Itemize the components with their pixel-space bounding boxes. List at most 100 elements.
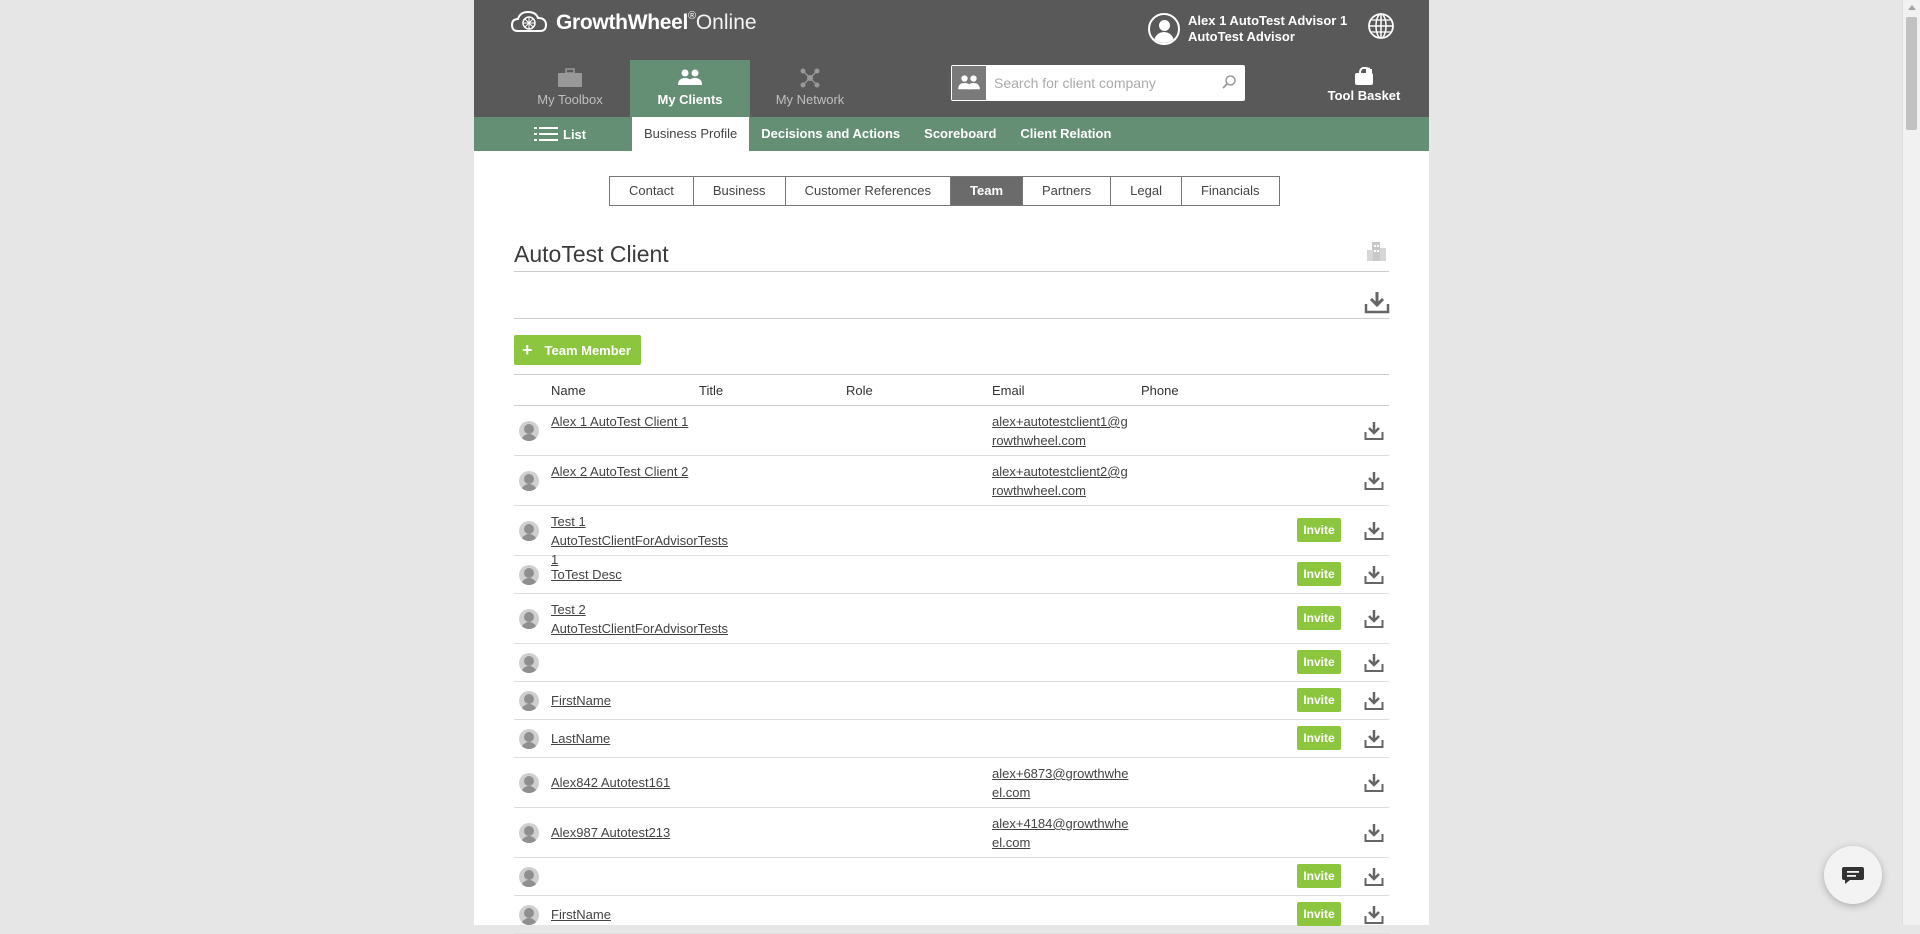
page-title: AutoTest Client bbox=[514, 241, 669, 267]
table-row: Test 2 AutoTestClientForAdvisorTests Invi… bbox=[514, 594, 1389, 644]
download-icon[interactable] bbox=[1364, 653, 1384, 673]
globe-icon[interactable] bbox=[1367, 12, 1395, 40]
tab-business-profile[interactable]: Business Profile bbox=[632, 117, 750, 151]
download-icon[interactable] bbox=[1364, 867, 1384, 887]
logo-suffix: Online bbox=[695, 11, 757, 34]
download-icon[interactable] bbox=[1364, 565, 1384, 585]
search-scope-button[interactable] bbox=[952, 66, 986, 100]
nav-label: My Clients bbox=[657, 92, 723, 107]
team-table: Name Title Role Email Phone Alex 1 AutoT… bbox=[514, 374, 1389, 934]
divider bbox=[514, 271, 1389, 272]
add-team-member-label: Team Member bbox=[544, 342, 631, 358]
member-name-link[interactable]: Alex987 Autotest213 bbox=[551, 823, 691, 842]
invite-button[interactable]: Invite bbox=[1297, 518, 1341, 542]
member-name-link[interactable]: Alex 2 AutoTest Client 2 bbox=[551, 462, 691, 481]
user-menu[interactable]: Alex 1 AutoTest Advisor 1 AutoTest Advis… bbox=[1148, 13, 1347, 45]
search-input[interactable] bbox=[992, 74, 1216, 92]
invite-button[interactable]: Invite bbox=[1297, 650, 1341, 674]
member-name-link[interactable]: ToTest Desc bbox=[551, 565, 691, 584]
invite-button[interactable]: Invite bbox=[1297, 864, 1341, 888]
search-icon[interactable] bbox=[1221, 74, 1237, 90]
member-name-link[interactable]: FirstName bbox=[551, 905, 691, 924]
chat-icon bbox=[1842, 867, 1864, 884]
download-icon[interactable] bbox=[1364, 773, 1384, 793]
user-role: AutoTest Advisor bbox=[1188, 29, 1295, 44]
nav-my-toolbox[interactable]: My Toolbox bbox=[510, 60, 630, 117]
logo[interactable]: GrowthWheel® Online bbox=[510, 9, 757, 37]
member-email-link[interactable]: alex+autotestclient2@growthwheel.com bbox=[992, 462, 1132, 500]
vertical-scrollbar[interactable] bbox=[1902, 0, 1920, 925]
invite-button[interactable]: Invite bbox=[1297, 688, 1341, 712]
chat-widget-button[interactable] bbox=[1824, 846, 1882, 904]
tab-client-relation[interactable]: Client Relation bbox=[1008, 117, 1123, 151]
member-name-link[interactable]: Alex842 Autotest161 bbox=[551, 773, 691, 792]
table-row: Alex 2 AutoTest Client 2 alex+autotestcli… bbox=[514, 456, 1389, 506]
download-icon[interactable] bbox=[1364, 609, 1384, 629]
section-tab-financials[interactable]: Financials bbox=[1182, 177, 1279, 205]
column-header-name[interactable]: Name bbox=[551, 383, 586, 398]
section-tab-contact[interactable]: Contact bbox=[610, 177, 694, 205]
nav-label: My Network bbox=[775, 92, 845, 107]
person-avatar-icon bbox=[519, 609, 539, 629]
tool-basket-button[interactable]: Tool Basket bbox=[1314, 66, 1414, 103]
column-header-role[interactable]: Role bbox=[846, 383, 873, 398]
section-tab-team[interactable]: Team bbox=[951, 177, 1024, 205]
tab-decisions-and-actions[interactable]: Decisions and Actions bbox=[749, 117, 912, 151]
invite-button[interactable]: Invite bbox=[1297, 726, 1341, 750]
main-nav: My Toolbox My Clients My Network bbox=[510, 60, 870, 117]
section-tab-customer-references[interactable]: Customer References bbox=[786, 177, 952, 205]
list-button[interactable]: List bbox=[534, 117, 586, 151]
section-tab-legal[interactable]: Legal bbox=[1111, 177, 1182, 205]
sub-nav: List Business Profile Decisions and Acti… bbox=[474, 117, 1429, 151]
download-icon[interactable] bbox=[1364, 521, 1384, 541]
table-row: Invite bbox=[514, 644, 1389, 682]
clients-icon bbox=[958, 75, 980, 90]
column-header-email[interactable]: Email bbox=[992, 383, 1025, 398]
member-email-link[interactable]: alex+6873@growthwheel.com bbox=[992, 764, 1132, 802]
download-icon[interactable] bbox=[1364, 691, 1384, 711]
nav-my-clients[interactable]: My Clients bbox=[630, 60, 750, 117]
nav-my-network[interactable]: My Network bbox=[750, 60, 870, 117]
invite-button[interactable]: Invite bbox=[1297, 902, 1341, 926]
member-name-link[interactable]: LastName bbox=[551, 729, 691, 748]
download-icon[interactable] bbox=[1364, 729, 1384, 749]
table-row: Alex987 Autotest213 alex+4184@growthwheel… bbox=[514, 808, 1389, 858]
column-header-phone[interactable]: Phone bbox=[1141, 383, 1179, 398]
table-header: Name Title Role Email Phone bbox=[514, 374, 1389, 406]
member-name-link[interactable]: Alex 1 AutoTest Client 1 bbox=[551, 412, 691, 431]
table-row: FirstName Invite bbox=[514, 896, 1389, 934]
scroll-thumb[interactable] bbox=[1906, 17, 1917, 130]
user-avatar-icon bbox=[1148, 13, 1180, 45]
scroll-up-arrow-icon[interactable] bbox=[1903, 0, 1920, 14]
section-tab-business[interactable]: Business bbox=[694, 177, 786, 205]
table-row: Alex842 Autotest161 alex+6873@growthwheel… bbox=[514, 758, 1389, 808]
table-row: LastName Invite bbox=[514, 720, 1389, 758]
building-icon bbox=[1367, 242, 1386, 261]
download-icon[interactable] bbox=[1364, 823, 1384, 843]
tool-basket-label: Tool Basket bbox=[1327, 88, 1401, 103]
section-tab-partners[interactable]: Partners bbox=[1023, 177, 1112, 205]
member-email-link[interactable]: alex+autotestclient1@growthwheel.com bbox=[992, 412, 1132, 450]
column-header-title[interactable]: Title bbox=[699, 383, 723, 398]
add-team-member-button[interactable]: + Team Member bbox=[514, 335, 641, 365]
person-avatar-icon bbox=[519, 421, 539, 441]
table-body: Alex 1 AutoTest Client 1 alex+autotestcli… bbox=[514, 406, 1389, 934]
download-icon[interactable] bbox=[1364, 905, 1384, 925]
download-icon[interactable] bbox=[1364, 421, 1384, 441]
invite-button[interactable]: Invite bbox=[1297, 562, 1341, 586]
plus-icon: + bbox=[522, 340, 533, 360]
divider bbox=[514, 318, 1389, 319]
download-icon[interactable] bbox=[1364, 471, 1384, 491]
basket-icon bbox=[1355, 66, 1373, 85]
network-icon bbox=[800, 68, 820, 88]
person-avatar-icon bbox=[519, 823, 539, 843]
invite-button[interactable]: Invite bbox=[1297, 606, 1341, 630]
tab-scoreboard[interactable]: Scoreboard bbox=[912, 117, 1008, 151]
download-icon[interactable] bbox=[1364, 290, 1390, 314]
member-email-link[interactable]: alex+4184@growthwheel.com bbox=[992, 814, 1132, 852]
member-name-link[interactable]: FirstName bbox=[551, 691, 691, 710]
table-row: Test 1 AutoTestClientForAdvisorTests 1 In… bbox=[514, 506, 1389, 567]
person-avatar-icon bbox=[519, 729, 539, 749]
member-name-link[interactable]: Test 2 AutoTestClientForAdvisorTests bbox=[551, 600, 728, 638]
briefcase-icon bbox=[558, 68, 582, 87]
